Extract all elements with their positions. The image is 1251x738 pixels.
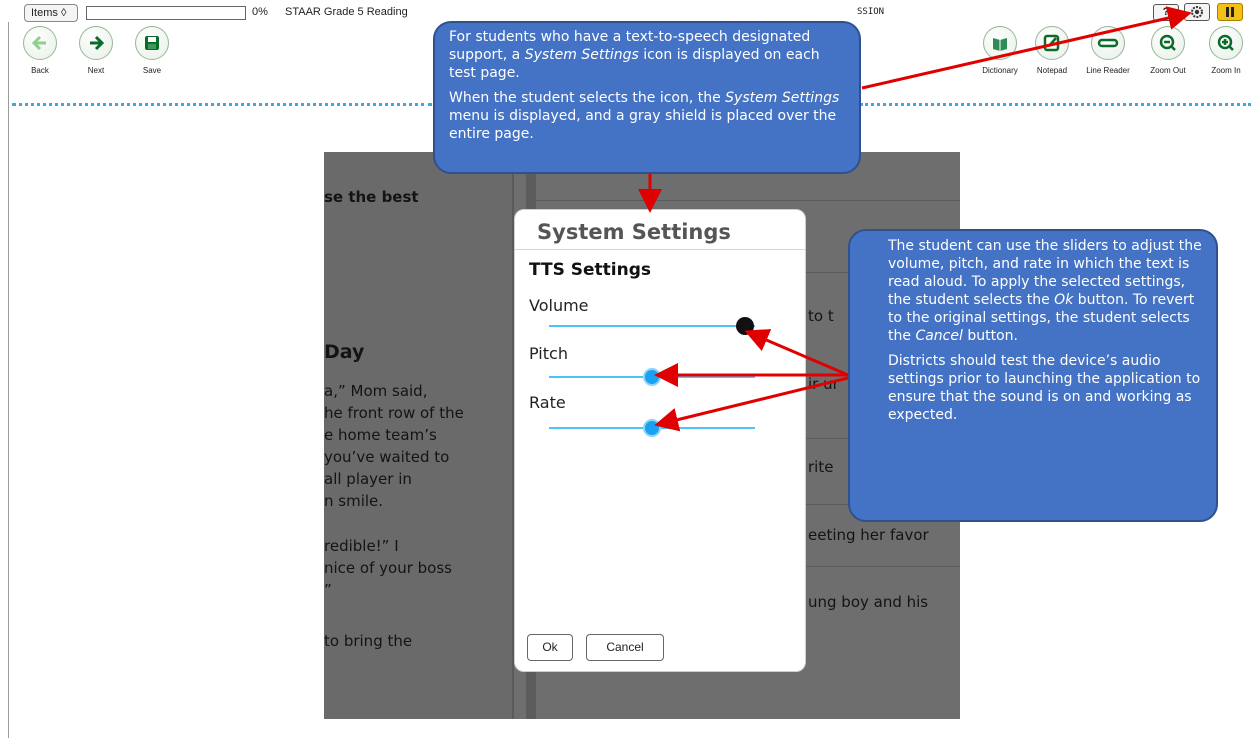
zoom-out-button[interactable]: Zoom Out (1142, 26, 1194, 86)
passage-title: Day (324, 341, 365, 363)
zoom-in-label: Zoom In (1211, 66, 1241, 75)
passage-line: to bring the (324, 632, 413, 650)
volume-slider-handle[interactable] (735, 317, 754, 335)
passage-line: ” (324, 581, 332, 599)
passage-line: he front row of the (324, 404, 464, 422)
line-reader-icon (1097, 38, 1119, 48)
rate-slider[interactable] (549, 419, 755, 437)
zoom-out-label: Zoom Out (1150, 66, 1186, 75)
arrow-left-icon (31, 35, 46, 51)
answer-fragment: to t (808, 307, 834, 325)
floppy-disk-icon (145, 36, 159, 50)
pause-icon (1226, 7, 1234, 17)
passage-line: nice of your boss (324, 559, 452, 577)
answer-fragment: rite (808, 458, 834, 476)
line-reader-button[interactable]: Line Reader (1082, 26, 1134, 86)
save-button[interactable]: Save (126, 26, 178, 86)
arrow-right-icon (90, 35, 105, 51)
question-instruction: se the best (324, 188, 419, 206)
system-settings-button[interactable] (1184, 3, 1210, 21)
line-reader-label: Line Reader (1086, 66, 1130, 75)
toolbar-divider-right (860, 103, 1251, 107)
help-button[interactable]: ? (1153, 4, 1179, 21)
passage-line: e home team’s (324, 426, 437, 444)
rate-label: Rate (529, 393, 566, 412)
toolbar-divider-left (12, 103, 432, 107)
zoom-in-icon (1217, 34, 1234, 51)
pitch-slider-handle[interactable] (643, 368, 661, 386)
answer-fragment: ung boy and his (808, 593, 929, 611)
sliders-callout: The student can use the sliders to adjus… (848, 229, 1218, 522)
back-label: Back (31, 66, 49, 75)
gear-icon (1191, 6, 1203, 18)
progress-percent: 0% (252, 6, 268, 18)
passage-line: n smile. (324, 492, 384, 510)
answer-fragment: eeting her favor (808, 526, 929, 544)
answer-divider (536, 200, 960, 201)
test-title: STAAR Grade 5 Reading (285, 6, 408, 18)
cancel-button[interactable]: Cancel (586, 634, 664, 661)
pause-button[interactable] (1217, 3, 1243, 21)
pitch-slider[interactable] (549, 368, 755, 386)
back-button[interactable]: Back (14, 26, 66, 86)
book-icon (993, 38, 1007, 51)
zoom-in-button[interactable]: Zoom In (1200, 26, 1251, 86)
answer-fragment: ir ur (808, 375, 839, 393)
save-label: Save (142, 66, 162, 75)
volume-slider[interactable] (549, 317, 755, 335)
callout-paragraph: For students who have a text-to-speech d… (449, 29, 820, 81)
notepad-button[interactable]: Notepad (1026, 26, 1078, 86)
progress-bar (86, 6, 246, 20)
next-button[interactable]: Next (70, 26, 122, 86)
session-label: SSION (857, 7, 885, 17)
notepad-icon (1043, 34, 1060, 52)
callout-paragraph: Districts should test the device’s audio… (888, 353, 1201, 423)
passage-line: redible!” I (324, 537, 399, 555)
top-bar: Items ◊ 0% STAAR Grade 5 Reading SSION ? (0, 0, 1251, 22)
dialog-title: System Settings (537, 220, 731, 244)
items-dropdown[interactable]: Items ◊ (24, 4, 78, 22)
callout-paragraph: The student can use the sliders to adjus… (888, 238, 1202, 344)
passage-line: a,” Mom said, (324, 382, 428, 400)
passage-line: you’ve waited to (324, 448, 450, 466)
dictionary-label: Dictionary (982, 66, 1018, 75)
dictionary-button[interactable]: Dictionary (974, 26, 1026, 86)
ok-button[interactable]: Ok (527, 634, 573, 661)
rate-slider-handle[interactable] (643, 419, 661, 437)
system-settings-callout: For students who have a text-to-speech d… (433, 21, 861, 174)
volume-label: Volume (529, 296, 589, 315)
system-settings-dialog: System Settings TTS Settings Volume Pitc… (514, 209, 806, 672)
dialog-divider (515, 249, 805, 250)
callout-paragraph: When the student selects the icon, the S… (449, 90, 840, 142)
pitch-label: Pitch (529, 344, 568, 363)
passage-line: all player in (324, 470, 412, 488)
tts-settings-heading: TTS Settings (529, 260, 651, 280)
notepad-label: Notepad (1036, 66, 1068, 75)
zoom-out-icon (1159, 34, 1176, 51)
next-label: Next (87, 66, 105, 75)
